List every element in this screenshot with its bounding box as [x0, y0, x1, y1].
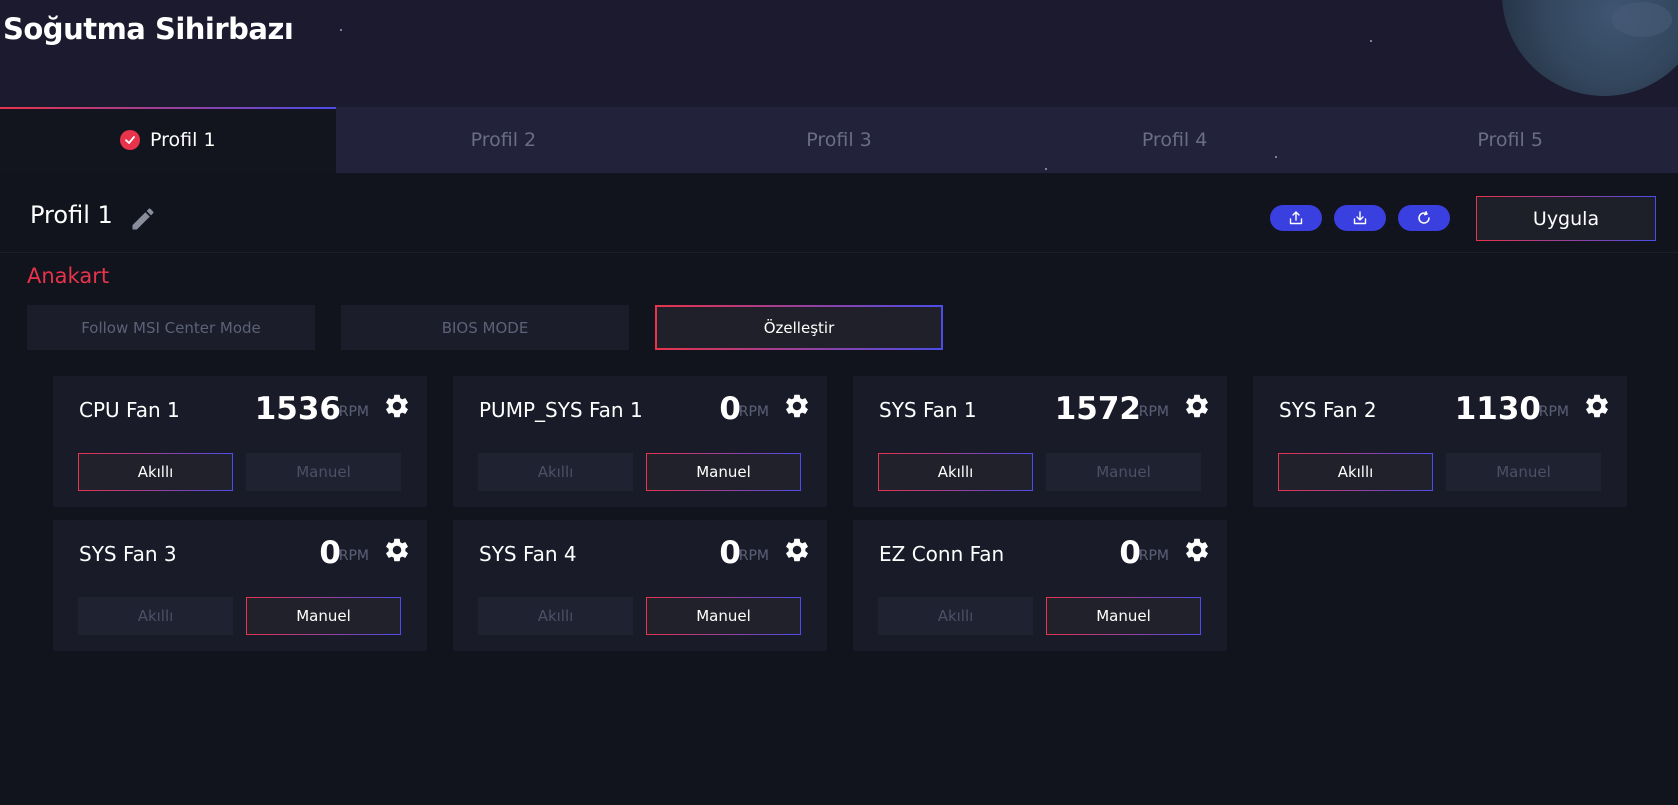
reset-button[interactable]: [1398, 205, 1450, 231]
fan-rpm-unit: RPM: [1138, 548, 1169, 564]
smart-mode-button[interactable]: Akıllı: [78, 597, 233, 635]
header: Soğutma Sihirbazı: [0, 0, 1678, 107]
pencil-icon[interactable]: [129, 205, 157, 233]
tab-profil-2[interactable]: Profil 2: [336, 107, 672, 173]
gear-icon[interactable]: [783, 536, 811, 564]
star-decoration: [1275, 156, 1277, 158]
tab-label: Profil 5: [1477, 129, 1543, 151]
fan-name: EZ Conn Fan: [879, 542, 1005, 566]
fan-rpm-value: 0: [319, 535, 341, 571]
fan-card-sys-fan-1: SYS Fan 1 1572 RPM Akıllı Manuel: [853, 376, 1227, 507]
smart-mode-button[interactable]: Akıllı: [878, 453, 1033, 491]
manual-mode-button[interactable]: Manuel: [246, 453, 401, 491]
fan-card-cpu-fan-1: CPU Fan 1 1536 RPM Akıllı Manuel: [53, 376, 427, 507]
fan-rpm-unit: RPM: [738, 548, 769, 564]
star-decoration: [1045, 168, 1047, 170]
fan-rpm-unit: RPM: [1138, 404, 1169, 420]
follow-msi-center-mode-button[interactable]: Follow MSI Center Mode: [27, 305, 315, 350]
reset-icon: [1418, 211, 1430, 224]
gear-icon[interactable]: [1183, 536, 1211, 564]
manual-mode-button[interactable]: Manuel: [1046, 453, 1201, 491]
fan-card-pump-sys-fan-1: PUMP_SYS Fan 1 0 RPM Akıllı Manuel: [453, 376, 827, 507]
star-decoration: [340, 29, 342, 31]
gear-icon[interactable]: [1183, 392, 1211, 420]
fan-rpm-unit: RPM: [338, 548, 369, 564]
gear-icon[interactable]: [383, 392, 411, 420]
bios-mode-button[interactable]: BIOS MODE: [341, 305, 629, 350]
tab-profil-4[interactable]: Profil 4: [1007, 107, 1343, 173]
fan-rpm-value: 1130: [1454, 391, 1541, 427]
manual-mode-button[interactable]: Manuel: [246, 597, 401, 635]
tab-label: Profil 1: [150, 129, 216, 151]
manual-mode-button[interactable]: Manuel: [1046, 597, 1201, 635]
fan-rpm-unit: RPM: [338, 404, 369, 420]
smart-mode-button[interactable]: Akıllı: [878, 597, 1033, 635]
fan-card-sys-fan-2: SYS Fan 2 1130 RPM Akıllı Manuel: [1253, 376, 1627, 507]
fan-rpm-value: 1572: [1054, 391, 1141, 427]
fan-card-sys-fan-3: SYS Fan 3 0 RPM Akıllı Manuel: [53, 520, 427, 651]
smart-mode-button[interactable]: Akıllı: [78, 453, 233, 491]
tab-profil-1[interactable]: Profil 1: [0, 107, 336, 173]
cooling-wizard-window: Soğutma Sihirbazı Profil 1 Profil 2 Prof…: [0, 0, 1678, 805]
manual-mode-button[interactable]: Manuel: [646, 453, 801, 491]
export-icon: [1289, 211, 1303, 225]
import-button[interactable]: [1334, 205, 1386, 231]
import-icon: [1353, 211, 1367, 225]
fan-rpm-value: 0: [719, 535, 741, 571]
tab-label: Profil 4: [1141, 129, 1208, 151]
tab-profil-3[interactable]: Profil 3: [671, 107, 1007, 173]
tab-profil-5[interactable]: Profil 5: [1342, 107, 1678, 173]
smart-mode-button[interactable]: Akıllı: [1278, 453, 1433, 491]
fan-rpm-unit: RPM: [738, 404, 769, 420]
gear-icon[interactable]: [1583, 392, 1611, 420]
customize-button[interactable]: Özelleştir: [655, 305, 943, 350]
tab-label: Profil 3: [806, 129, 872, 151]
smart-mode-button[interactable]: Akıllı: [478, 453, 633, 491]
fan-card-sys-fan-4: SYS Fan 4 0 RPM Akıllı Manuel: [453, 520, 827, 651]
app-title: Soğutma Sihirbazı: [3, 12, 294, 46]
fan-card-ez-conn-fan: EZ Conn Fan 0 RPM Akıllı Manuel: [853, 520, 1227, 651]
gear-icon[interactable]: [783, 392, 811, 420]
fan-name: SYS Fan 4: [479, 542, 577, 566]
manual-mode-button[interactable]: Manuel: [1446, 453, 1601, 491]
fan-name: SYS Fan 1: [879, 398, 977, 422]
fan-rpm-value: 1536: [254, 391, 341, 427]
manual-mode-button[interactable]: Manuel: [646, 597, 801, 635]
profile-bar: Profil 1 Uygula: [0, 173, 1678, 253]
fan-rpm-unit: RPM: [1538, 404, 1569, 420]
export-button[interactable]: [1270, 205, 1322, 231]
fan-name: SYS Fan 3: [79, 542, 177, 566]
section-title: Anakart: [27, 264, 110, 288]
fan-name: CPU Fan 1: [79, 398, 180, 422]
star-decoration: [1370, 40, 1372, 42]
fan-rpm-value: 0: [719, 391, 741, 427]
fan-name: PUMP_SYS Fan 1: [479, 398, 643, 422]
profile-title: Profil 1: [30, 201, 113, 229]
planet-image: [1502, 0, 1678, 96]
smart-mode-button[interactable]: Akıllı: [478, 597, 633, 635]
check-icon: [120, 130, 141, 150]
apply-button[interactable]: Uygula: [1476, 196, 1656, 241]
gear-icon[interactable]: [383, 536, 411, 564]
fan-rpm-value: 0: [1119, 535, 1141, 571]
profile-tabs: Profil 1 Profil 2 Profil 3 Profil 4 Prof…: [0, 107, 1678, 173]
tab-label: Profil 2: [470, 129, 537, 151]
fan-name: SYS Fan 2: [1279, 398, 1377, 422]
